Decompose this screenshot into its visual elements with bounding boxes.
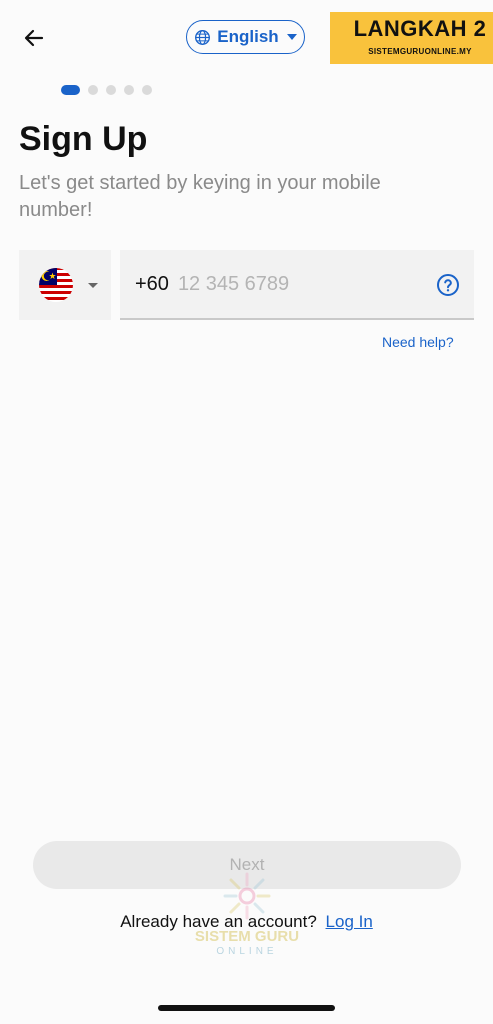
help-icon[interactable] <box>436 273 460 297</box>
caret-down-icon <box>88 282 98 288</box>
page-subtitle: Let's get started by keying in your mobi… <box>19 172 381 221</box>
home-indicator <box>158 1005 335 1011</box>
country-code-picker[interactable] <box>19 250 111 320</box>
progress-dot-active <box>61 85 80 95</box>
malaysia-flag-icon <box>39 268 73 302</box>
progress-dot <box>142 85 152 95</box>
dial-code: +60 <box>135 272 169 295</box>
phone-number-field[interactable]: +60 <box>120 250 474 320</box>
back-button[interactable] <box>18 22 50 54</box>
language-selector[interactable]: English <box>186 20 305 54</box>
language-label: English <box>217 27 279 46</box>
phone-number-input[interactable] <box>175 271 410 297</box>
watermark-subtext: ONLINE <box>216 946 278 957</box>
page-title: Sign Up <box>19 120 148 158</box>
banner-subtitle: SISTEMGURUONLINE.MY <box>368 47 472 56</box>
arrow-left-icon <box>24 29 44 47</box>
progress-dot <box>88 85 98 95</box>
login-link[interactable]: Log In <box>326 912 373 931</box>
banner-title: LANGKAH 2 <box>353 16 487 41</box>
globe-icon <box>195 29 211 45</box>
need-help-link[interactable]: Need help? <box>382 334 454 350</box>
caret-down-icon <box>286 34 297 40</box>
progress-dot <box>106 85 116 95</box>
account-prompt-text: Already have an account? <box>120 912 317 931</box>
step-progress <box>61 85 152 95</box>
progress-dot <box>124 85 134 95</box>
login-prompt: Already have an account? Log In <box>0 912 493 932</box>
